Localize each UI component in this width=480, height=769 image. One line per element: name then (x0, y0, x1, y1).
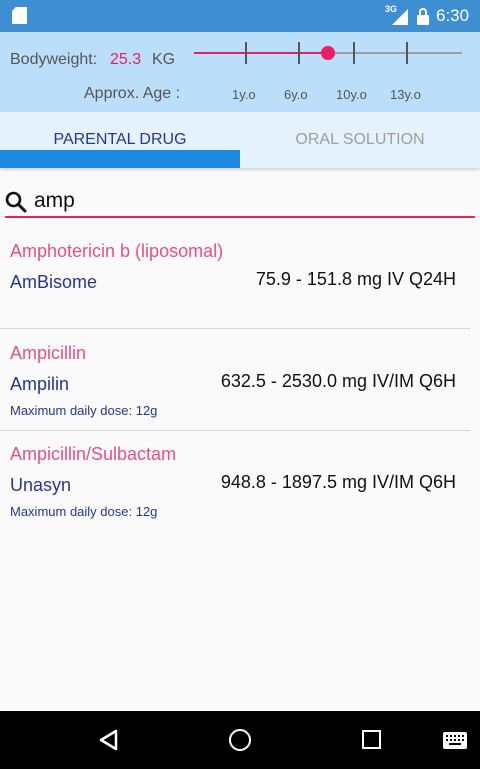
slider-tick (406, 42, 408, 64)
divider (0, 430, 470, 431)
max-daily-dose: Maximum daily dose: 12g (10, 403, 158, 418)
status-time: 6:30 (436, 6, 470, 25)
tab-indicator (0, 150, 240, 168)
tab-oral-solution[interactable]: ORAL SOLUTION (240, 112, 480, 168)
dose-text: 948.8 - 1897.5 mg IV/IM Q6H (220, 472, 456, 492)
age-slider[interactable] (194, 38, 462, 68)
lock-icon (417, 8, 429, 25)
generic-name: Ampicillin/Sulbactam (10, 444, 177, 464)
dose-text: 632.5 - 2530.0 mg IV/IM Q6H (220, 371, 456, 391)
search-icon (5, 191, 27, 213)
navigation-bar (0, 711, 480, 769)
back-icon[interactable] (98, 729, 120, 751)
age-tick-label: 10y.o (336, 87, 367, 102)
slider-track-active (194, 52, 328, 54)
generic-name: Amphotericin b (liposomal) (10, 241, 224, 261)
slider-tick (298, 42, 300, 64)
status-bar: 3G 6:30 (0, 0, 480, 32)
keyboard-icon[interactable] (443, 732, 467, 749)
home-icon[interactable] (229, 729, 251, 751)
sd-card-icon (12, 7, 27, 24)
bodyweight-value: 25.3 (110, 51, 142, 68)
divider (0, 328, 470, 329)
age-tick-label: 6y.o (284, 87, 308, 102)
bodyweight-panel: Bodyweight: 25.3 KG Approx. Age : 1y.o 6… (0, 32, 480, 112)
brand-name: Ampilin (10, 374, 70, 394)
list-item[interactable]: Ampicillin/Sulbactam Unasyn 948.8 - 1897… (0, 440, 470, 530)
search-input[interactable] (34, 186, 464, 216)
list-item[interactable]: Ampicillin Ampilin 632.5 - 2530.0 mg IV/… (0, 339, 470, 429)
slider-tick (245, 42, 247, 64)
slider-tick (353, 42, 355, 64)
age-label: Approx. Age : (84, 85, 181, 102)
slider-track (328, 52, 462, 54)
dose-text: 75.9 - 151.8 mg IV Q24H (255, 269, 456, 289)
search-underline (5, 216, 475, 218)
slider-thumb[interactable] (321, 46, 335, 60)
age-tick-label: 13y.o (390, 87, 421, 102)
generic-name: Ampicillin (10, 343, 87, 363)
max-daily-dose: Maximum daily dose: 12g (10, 504, 158, 519)
bodyweight-unit: KG (152, 51, 176, 68)
search-bar (0, 184, 480, 220)
age-tick-label: 1y.o (232, 87, 256, 102)
recents-icon[interactable] (362, 730, 381, 749)
bodyweight-label: Bodyweight: (10, 51, 98, 68)
network-type: 3G (385, 4, 398, 14)
list-item[interactable]: Amphotericin b (liposomal) AmBisome 75.9… (0, 238, 470, 328)
brand-name: Unasyn (10, 475, 72, 495)
brand-name: AmBisome (10, 272, 98, 292)
